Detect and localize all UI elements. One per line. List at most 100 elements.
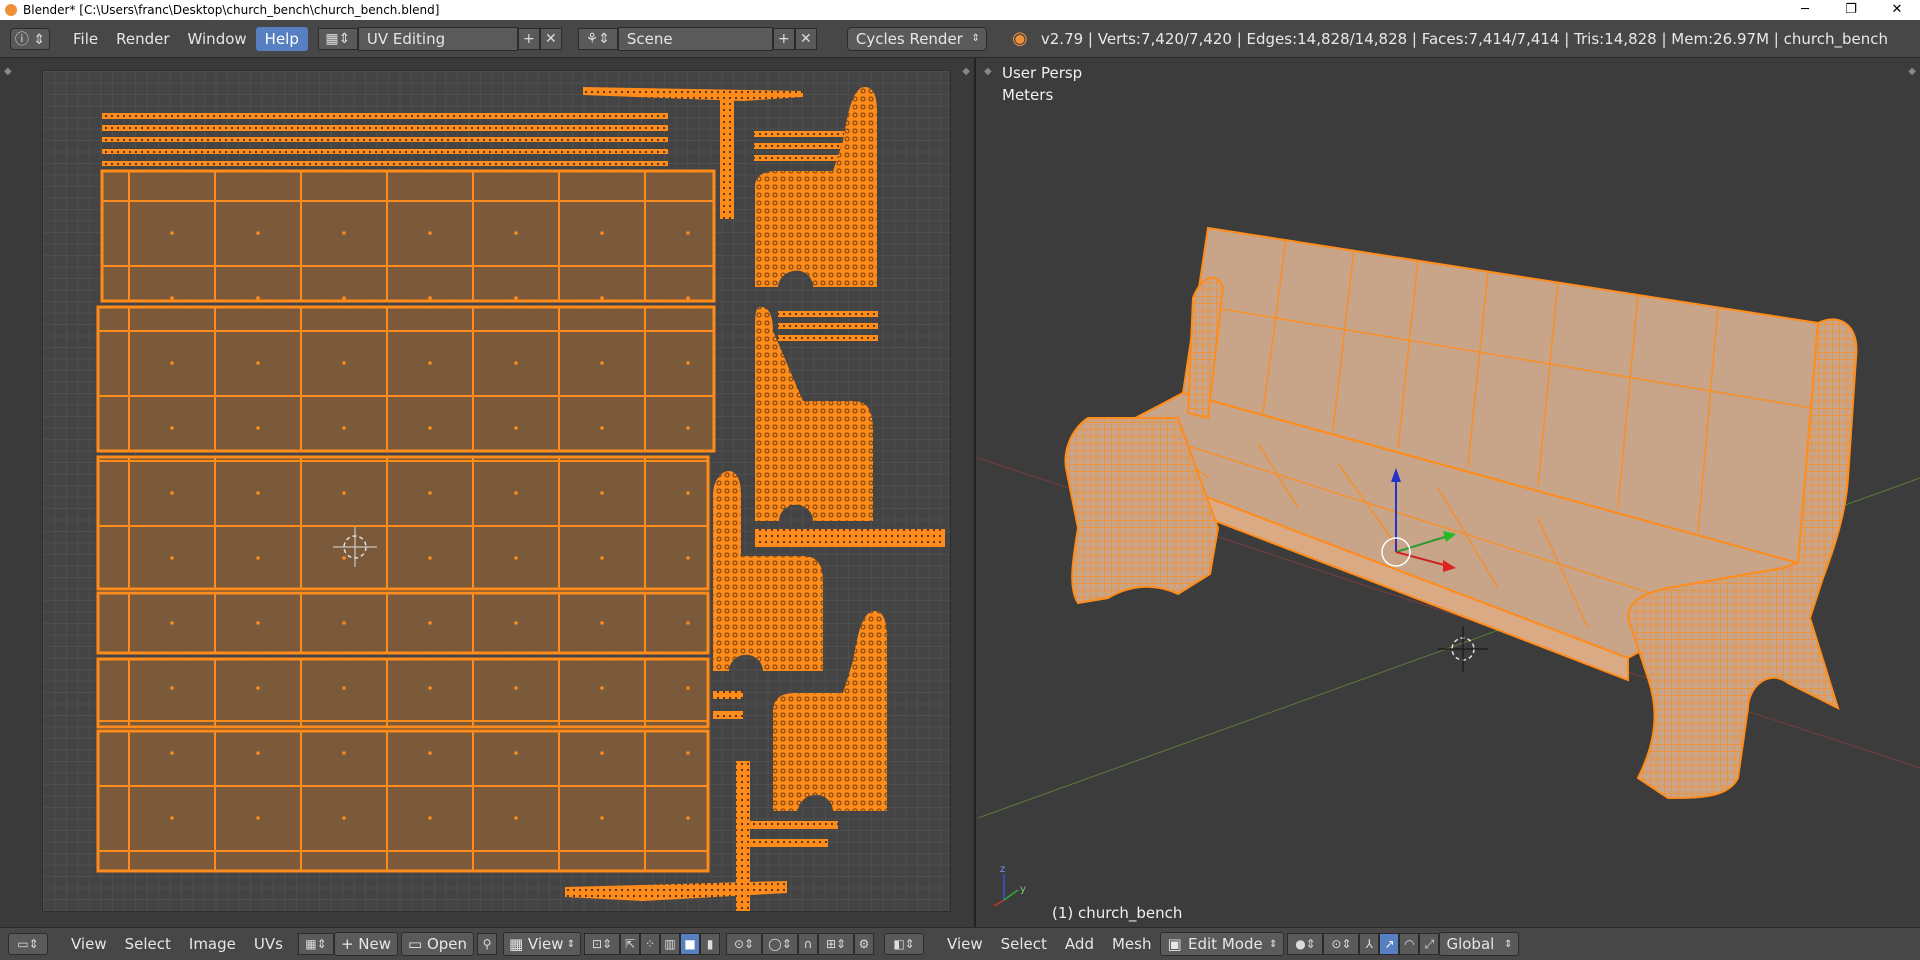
pin-button[interactable]: ⚲ xyxy=(477,933,498,955)
orientation-dropdown[interactable]: Global ⇕ xyxy=(1439,932,1520,956)
menu-window[interactable]: Window xyxy=(179,27,256,51)
3d-menu-view[interactable]: View xyxy=(938,935,992,953)
view-icon: ▦ xyxy=(508,935,528,953)
snap-element-dropdown[interactable]: ⊞⇕ xyxy=(818,933,855,955)
shading-dropdown[interactable]: ●⇕ xyxy=(1287,933,1324,955)
rotate-manipulator[interactable]: ◠ xyxy=(1399,933,1420,955)
info-icon: ⓘ ⇕ xyxy=(14,31,46,48)
sync-selection-toggle[interactable]: ⇱ xyxy=(620,933,641,955)
3d-cursor-icon[interactable] xyxy=(1438,626,1488,672)
x-icon: ✕ xyxy=(545,30,557,47)
view-mode-label: View xyxy=(527,935,564,953)
scene-field[interactable]: Scene xyxy=(617,26,773,51)
face-mode-icon: ■ xyxy=(684,937,696,951)
cursor-icon: ⇱ xyxy=(625,937,636,951)
translate-manipulator[interactable]: ↗ xyxy=(1379,933,1400,955)
uv-seat-islands xyxy=(96,169,716,873)
pivot-point-dropdown[interactable]: ⊙⇕ xyxy=(1323,933,1360,955)
image-browse-icon: ▦⇕ xyxy=(305,937,327,951)
sticky-selection-dropdown[interactable]: ⊙⇕ xyxy=(726,933,763,955)
open-image-button[interactable]: ▭ Open xyxy=(401,932,475,956)
dropdown-arrow-icon: ⇕ xyxy=(563,938,576,950)
scale-manipulator[interactable]: ⤢ xyxy=(1419,933,1440,955)
plus-icon: + xyxy=(523,30,535,47)
select-face-button[interactable]: ■ xyxy=(680,933,701,955)
menu-help[interactable]: Help xyxy=(255,26,308,51)
pivot-point-icon: ⊙⇕ xyxy=(1331,937,1352,951)
window-titlebar: Blender* [C:\Users\franc\Desktop\church_… xyxy=(0,0,1920,20)
scale-icon: ⤢ xyxy=(1424,936,1435,951)
toolshelf-toggle-icon[interactable]: ◆ xyxy=(4,66,12,77)
bench-mesh[interactable]: z y xyxy=(978,58,1920,927)
screen-layout-field[interactable]: UV Editing xyxy=(357,26,518,51)
sticky-icon: ⊙⇕ xyxy=(733,937,755,951)
new-image-label: New xyxy=(358,935,391,953)
scene-stats: v2.79 | Verts:7,420/7,420 | Edges:14,828… xyxy=(1040,29,1888,48)
window-title: Blender* [C:\Users\franc\Desktop\church_… xyxy=(23,3,440,17)
dropdown-arrow-icon: ⇕ xyxy=(1269,938,1278,950)
mode-label: Edit Mode xyxy=(1188,935,1263,953)
delete-screen-button[interactable]: ✕ xyxy=(539,27,562,50)
uv-menu-view[interactable]: View xyxy=(62,935,116,953)
3d-menu-mesh[interactable]: Mesh xyxy=(1103,935,1161,953)
uv-canvas[interactable] xyxy=(42,70,951,912)
uv-image-editor: ◆ ◆ xyxy=(0,58,976,927)
orientation-label: Global xyxy=(1446,935,1495,953)
uv-menu-image[interactable]: Image xyxy=(180,935,245,953)
uv-menu-uvs[interactable]: UVs xyxy=(245,935,292,953)
screen-layout-icon: ▦⇕ xyxy=(325,30,351,47)
menu-file[interactable]: File xyxy=(64,27,107,51)
proportional-edit-dropdown[interactable]: ◯⇕ xyxy=(762,933,799,955)
editor-type-button[interactable]: ⓘ ⇕ xyxy=(10,27,50,50)
render-engine-label: Cycles Render xyxy=(855,29,963,48)
uv-extra-button[interactable]: ⚙ xyxy=(854,933,875,955)
add-screen-button[interactable]: + xyxy=(517,27,540,50)
uv-menu-select[interactable]: Select xyxy=(116,935,180,953)
snap-toggle[interactable]: ∩ xyxy=(798,933,819,955)
image-view-mode-dropdown[interactable]: ▦ View ⇕ xyxy=(503,932,582,956)
gear-icon: ⚙ xyxy=(858,937,870,951)
new-image-button[interactable]: + New xyxy=(333,932,398,956)
plus-icon: + xyxy=(340,935,359,953)
image-editor-icon: ▭⇕ xyxy=(17,937,39,951)
scene-browse-button[interactable]: ⚘⇕ xyxy=(577,27,618,50)
properties-toggle-icon[interactable]: ◆ xyxy=(962,66,970,77)
delete-scene-button[interactable]: ✕ xyxy=(794,27,817,50)
editor-footers: ▭⇕ View Select Image UVs ▦⇕ + New ▭ Open… xyxy=(0,927,1920,960)
folder-icon: ▭ xyxy=(408,935,427,953)
screen-layout-button[interactable]: ▦⇕ xyxy=(317,27,358,50)
select-vertex-button[interactable]: ⁘ xyxy=(640,933,661,955)
scene-icon: ⚘⇕ xyxy=(585,30,611,47)
snap-element-icon: ⊞⇕ xyxy=(825,937,847,951)
open-image-label: Open xyxy=(426,935,468,953)
shading-icon: ●⇕ xyxy=(1295,937,1316,951)
svg-text:y: y xyxy=(1020,884,1026,895)
vertex-mode-icon: ⁘ xyxy=(645,937,656,951)
svg-text:z: z xyxy=(1000,864,1005,875)
select-edge-button[interactable]: ▥ xyxy=(660,933,681,955)
manipulator-toggle-icon: ⅄ xyxy=(1365,937,1374,951)
active-object-label: (1) church_bench xyxy=(1052,904,1183,922)
view3d-viewport[interactable]: ◆ ◆ User Persp Meters z y (1) church_ben… xyxy=(978,58,1920,927)
editor-type-3d-button[interactable]: ◧⇕ xyxy=(884,933,925,955)
add-scene-button[interactable]: + xyxy=(772,27,795,50)
uv-islands[interactable] xyxy=(43,71,952,913)
edge-mode-icon: ▥ xyxy=(664,937,676,951)
render-engine-dropdown[interactable]: Cycles Render ⇕ xyxy=(846,26,987,51)
3d-menu-add[interactable]: Add xyxy=(1056,935,1103,953)
select-island-button[interactable]: ▮ xyxy=(700,933,721,955)
menu-render[interactable]: Render xyxy=(107,27,178,51)
minimize-button[interactable]: ─ xyxy=(1782,0,1828,20)
pivot-icon: ⊡⇕ xyxy=(591,937,613,951)
3d-menu-select[interactable]: Select xyxy=(992,935,1056,953)
mode-dropdown[interactable]: ▣ Edit Mode ⇕ xyxy=(1160,932,1285,956)
pivot-dropdown[interactable]: ⊡⇕ xyxy=(584,933,621,955)
editor-type-uv-button[interactable]: ▭⇕ xyxy=(8,933,48,955)
manipulator-toggle[interactable]: ⅄ xyxy=(1359,933,1380,955)
close-button[interactable]: ✕ xyxy=(1874,0,1920,20)
island-mode-icon: ▮ xyxy=(706,937,714,951)
image-browse-button[interactable]: ▦⇕ xyxy=(297,933,334,955)
x-icon: ✕ xyxy=(800,30,812,47)
restore-button[interactable]: ❐ xyxy=(1828,0,1874,20)
arrow-icon: ↗ xyxy=(1384,937,1395,951)
